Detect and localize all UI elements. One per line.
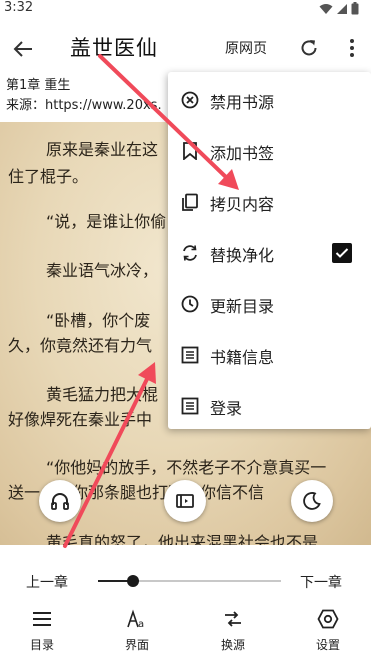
replace-icon <box>180 243 200 263</box>
book-info-icon <box>180 345 200 365</box>
login-icon <box>180 396 200 416</box>
menu-item-label: 书籍信息 <box>210 348 275 367</box>
back-button[interactable] <box>10 36 36 62</box>
refresh-button[interactable] <box>296 35 322 61</box>
block-icon <box>180 90 200 110</box>
chapter-progress-slider[interactable] <box>98 575 281 587</box>
book-title: 盖世医仙 <box>70 36 158 60</box>
night-mode-icon <box>303 492 321 510</box>
menu-item-label: 登录 <box>210 399 243 418</box>
replace-purify-checkbox[interactable] <box>332 243 352 263</box>
bookmark-icon <box>180 141 200 161</box>
more-vert-icon <box>350 39 354 57</box>
nav-catalog[interactable]: 目录 <box>12 607 72 653</box>
menu-item-replace-purify[interactable]: 替换净化 <box>168 228 371 279</box>
previous-chapter-button[interactable]: 上一章 <box>26 572 68 592</box>
read-aloud-button[interactable] <box>39 480 81 522</box>
font-style-icon: a <box>127 609 144 629</box>
auto-page-button[interactable] <box>164 480 206 522</box>
nav-label: 目录 <box>29 638 54 652</box>
slider-thumb[interactable] <box>127 575 139 587</box>
more-options-button[interactable] <box>343 35 361 61</box>
menu-item-add-bookmark[interactable]: 添加书签 <box>168 126 371 177</box>
nav-label: 界面 <box>124 638 149 652</box>
check-icon <box>335 248 349 258</box>
refresh-icon <box>301 40 317 56</box>
menu-item-book-info[interactable]: 书籍信息 <box>168 330 371 381</box>
content-line: “你他妈的放手，不然老子不介意真买一 <box>46 458 327 477</box>
nav-interface[interactable]: a 界面 <box>107 607 167 653</box>
overflow-menu: 禁用书源 添加书签 拷贝内容 替换净化 更新目录 书籍信息 登录 <box>168 72 371 429</box>
original-webpage-button[interactable]: 原网页 <box>225 38 267 58</box>
menu-item-label: 禁用书源 <box>210 93 275 112</box>
nav-settings[interactable]: 设置 <box>298 607 358 653</box>
system-icons <box>319 2 359 15</box>
content-line: 黄毛真的怒了，他出来混黑社会也不是 <box>46 533 319 545</box>
svg-text:a: a <box>138 619 144 629</box>
night-mode-button[interactable] <box>291 480 333 522</box>
top-toolbar: 盖世医仙 原网页 <box>0 22 371 74</box>
settings-icon <box>317 609 339 629</box>
headphones-icon <box>51 493 69 510</box>
status-bar: 3:32 <box>0 0 371 22</box>
history-icon <box>180 294 200 314</box>
menu-item-login[interactable]: 登录 <box>168 381 371 432</box>
menu-item-label: 更新目录 <box>210 297 275 316</box>
nav-label: 换源 <box>220 638 245 652</box>
next-chapter-button[interactable]: 下一章 <box>300 572 342 592</box>
menu-list-icon <box>33 612 51 626</box>
swap-source-icon <box>225 611 241 627</box>
menu-item-update-catalog[interactable]: 更新目录 <box>168 279 371 330</box>
auto-page-icon <box>176 494 194 508</box>
bottom-control-panel: 上一章 下一章 目录 a 界面 换源 设置 <box>0 545 371 663</box>
menu-item-disable-source[interactable]: 禁用书源 <box>168 75 371 126</box>
menu-item-label: 替换净化 <box>210 246 275 265</box>
nav-label: 设置 <box>315 638 340 652</box>
status-time: 3:32 <box>4 0 34 15</box>
copy-icon <box>180 192 200 212</box>
menu-item-copy-content[interactable]: 拷贝内容 <box>168 177 371 228</box>
wifi-icon <box>319 3 333 14</box>
signal-icon <box>337 3 347 14</box>
menu-item-label: 拷贝内容 <box>210 195 275 214</box>
nav-change-source[interactable]: 换源 <box>203 607 263 653</box>
menu-item-label: 添加书签 <box>210 144 275 163</box>
battery-icon <box>351 2 359 15</box>
arrow-back-icon <box>13 41 32 57</box>
bottom-nav: 目录 a 界面 换源 设置 <box>0 607 371 663</box>
